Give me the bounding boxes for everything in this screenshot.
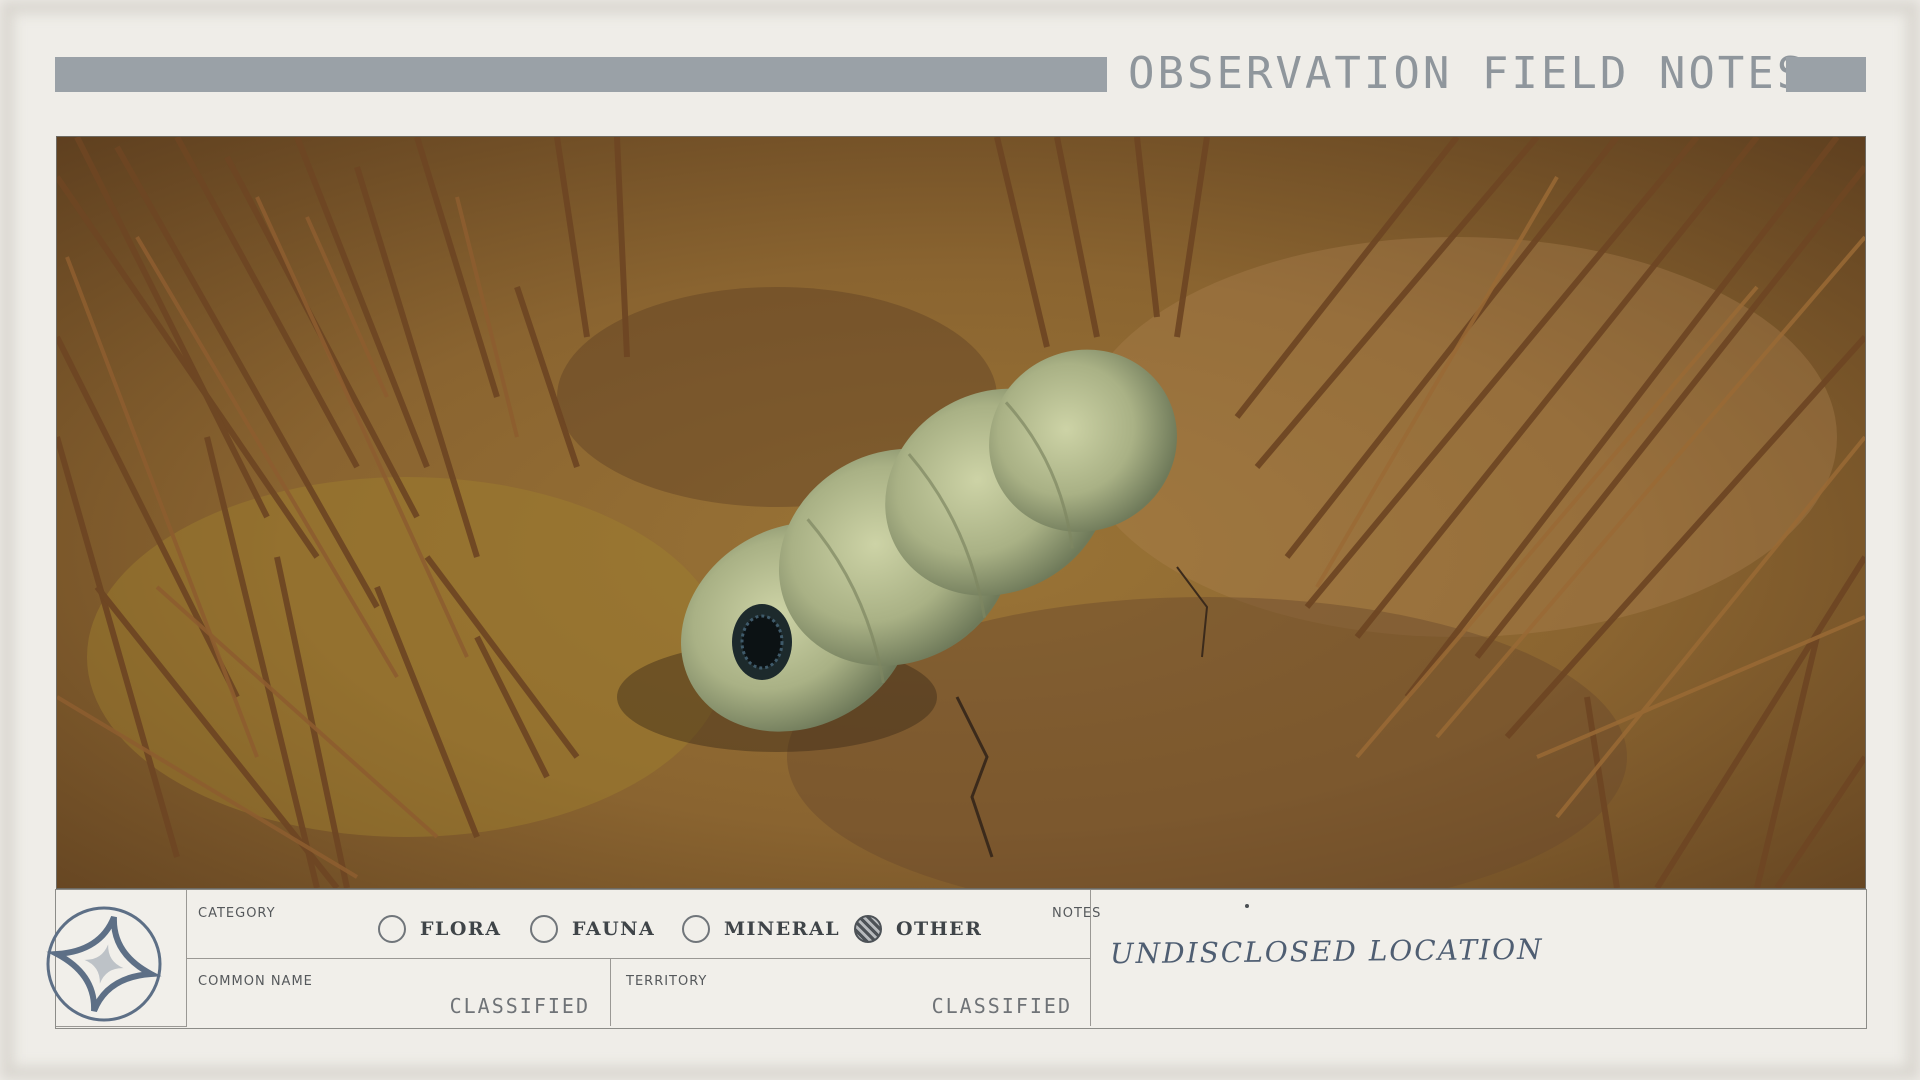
radio-mineral[interactable]: MINERAL [682,913,840,945]
option-label: MINERAL [724,918,841,940]
option-label: FLORA [420,918,502,940]
radio-circle-icon[interactable] [530,915,558,943]
territory-value: CLASSIFIED [931,994,1072,1018]
ink-dot [1245,904,1249,908]
notes-label: NOTES [1052,906,1102,921]
category-row: CATEGORY FLORA FAUNA MINERAL OTHER [186,890,1091,959]
compass-star-emblem-icon [46,906,162,1022]
radio-flora[interactable]: FLORA [378,913,501,945]
observation-photo [56,136,1866,889]
option-label: FAUNA [572,918,656,940]
option-label: OTHER [896,918,983,940]
territory-cell: TERRITORY CLASSIFIED [610,958,1091,1026]
field-notes-card: OBSERVATION FIELD NOTES CATEGORY FLORA F… [0,0,1920,1080]
page-title: OBSERVATION FIELD NOTES [1128,48,1807,99]
radio-circle-icon[interactable] [378,915,406,943]
notes-text: UNDISCLOSED LOCATION [1109,932,1544,971]
common-name-label: COMMON NAME [198,974,313,989]
common-name-value: CLASSIFIED [449,994,590,1018]
common-name-cell: COMMON NAME CLASSIFIED [186,958,611,1026]
radio-circle-icon[interactable] [682,915,710,943]
emblem-cell [46,890,187,1027]
territory-label: TERRITORY [626,974,708,989]
hatched-radio-icon[interactable] [854,915,882,943]
category-label: CATEGORY [198,906,276,921]
header-bar-left [55,57,1107,92]
radio-other[interactable]: OTHER [854,913,982,945]
radio-fauna[interactable]: FAUNA [530,913,655,945]
header-bar-right [1786,57,1866,92]
info-panel: CATEGORY FLORA FAUNA MINERAL OTHER COMMO… [46,889,1867,1029]
